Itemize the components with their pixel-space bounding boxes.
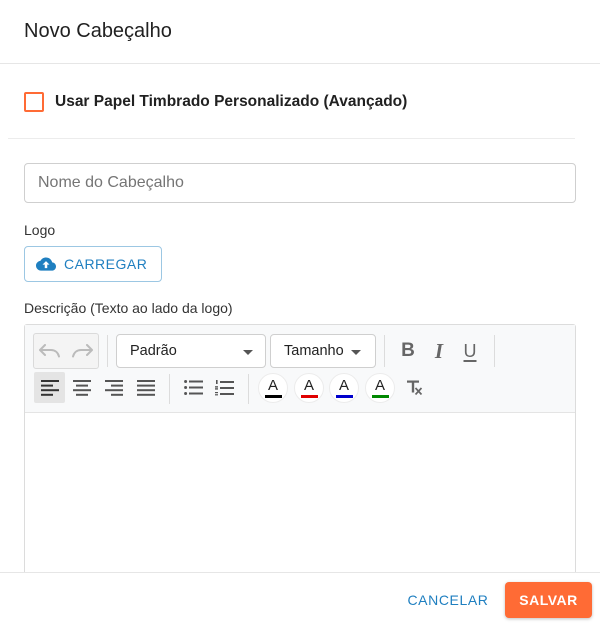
description-label: Descrição (Texto ao lado da logo) (24, 300, 233, 316)
text-color-black-button[interactable]: A (258, 373, 288, 403)
rich-text-editor: Padrão Tamanho B I U A A A A (24, 324, 576, 584)
text-color-icon: A (338, 377, 349, 394)
italic-button[interactable]: I (424, 334, 454, 368)
font-size-select[interactable]: Tamanho (270, 334, 376, 368)
align-right-icon (104, 379, 123, 396)
numbered-list-button[interactable] (209, 372, 239, 403)
align-right-button[interactable] (98, 372, 129, 403)
underline-icon: U (463, 340, 477, 361)
text-color-green-button[interactable]: A (365, 373, 395, 403)
toolbar-separator (107, 335, 108, 367)
redo-button[interactable] (66, 334, 98, 368)
color-swatch-black (264, 395, 282, 398)
cloud-upload-icon (36, 257, 56, 271)
editor-toolbar: Padrão Tamanho B I U A A A A (25, 325, 575, 413)
dialog-title: Novo Cabeçalho (24, 20, 172, 42)
text-color-icon: A (374, 377, 385, 394)
toolbar-separator (384, 335, 385, 367)
text-color-blue-button[interactable]: A (329, 373, 359, 403)
italic-icon: I (434, 338, 444, 363)
dialog-footer: CANCELAR SALVAR (0, 572, 600, 625)
save-button[interactable]: SALVAR (505, 582, 592, 618)
logo-label: Logo (24, 222, 56, 238)
color-swatch-red (300, 395, 318, 398)
font-size-value: Tamanho (284, 343, 344, 359)
chevron-down-icon (243, 350, 253, 355)
new-header-dialog: Novo Cabeçalho Usar Papel Timbrado Perso… (0, 0, 600, 625)
align-left-button[interactable] (34, 372, 65, 403)
font-family-select[interactable]: Padrão (116, 334, 266, 368)
text-color-icon: A (303, 377, 314, 394)
undo-button[interactable] (34, 334, 66, 368)
text-color-red-button[interactable]: A (294, 373, 324, 403)
align-center-icon (72, 379, 91, 396)
header-name-input[interactable] (24, 163, 576, 203)
custom-letterhead-checkbox[interactable] (24, 92, 44, 112)
color-swatch-green (371, 395, 389, 398)
align-left-icon (40, 379, 59, 396)
section-divider (8, 138, 575, 139)
upload-logo-button[interactable]: CARREGAR (24, 246, 162, 282)
toolbar-separator (169, 374, 170, 404)
toolbar-separator (248, 374, 249, 404)
clear-formatting-button[interactable] (399, 372, 429, 403)
custom-letterhead-option[interactable]: Usar Papel Timbrado Personalizado (Avanç… (24, 91, 407, 113)
numbered-list-icon (214, 379, 234, 395)
editor-content-area[interactable] (25, 414, 575, 583)
clear-format-icon (406, 380, 422, 395)
align-center-button[interactable] (66, 372, 97, 403)
bullet-list-icon (183, 380, 203, 395)
toolbar-separator (494, 335, 495, 367)
bullet-list-button[interactable] (178, 372, 208, 403)
align-justify-icon (136, 379, 155, 396)
cancel-button[interactable]: CANCELAR (400, 582, 496, 618)
font-family-value: Padrão (130, 343, 177, 359)
dialog-header: Novo Cabeçalho (0, 0, 600, 64)
align-justify-button[interactable] (130, 372, 161, 403)
upload-button-label: CARREGAR (64, 256, 148, 272)
bold-button[interactable]: B (393, 334, 423, 368)
custom-letterhead-label[interactable]: Usar Papel Timbrado Personalizado (Avanç… (55, 93, 407, 111)
bold-icon: B (401, 340, 415, 361)
undo-icon (39, 344, 60, 358)
chevron-down-icon (351, 350, 361, 355)
color-swatch-blue (335, 395, 353, 398)
text-color-icon: A (267, 377, 278, 394)
underline-button[interactable]: U (455, 334, 485, 368)
redo-icon (72, 344, 93, 358)
